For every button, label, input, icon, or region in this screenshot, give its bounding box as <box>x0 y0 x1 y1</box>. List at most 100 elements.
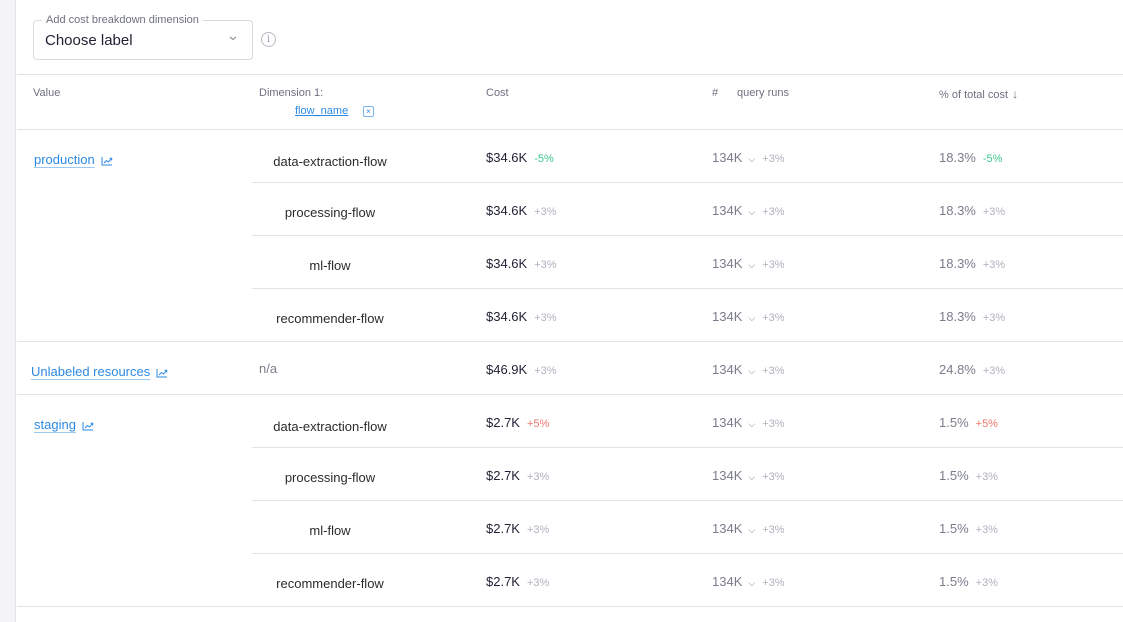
cost-cell: $2.7K +3% <box>486 521 549 536</box>
column-header-pct-label: % of total cost <box>939 89 1009 101</box>
query-runs-value: 134K <box>712 415 743 430</box>
row-divider <box>252 447 1123 448</box>
info-icon[interactable]: i <box>261 32 276 47</box>
flow-name: recommender-flow <box>276 311 384 326</box>
cost-delta: +5% <box>526 418 550 430</box>
cost-value: $34.6K <box>486 150 528 165</box>
query-runs-value: 134K <box>712 574 743 589</box>
cost-delta: +3% <box>534 312 557 324</box>
chevron-down-icon[interactable]: ⌵ <box>748 578 755 589</box>
pct-total-value: 18.3% <box>939 256 976 271</box>
query-runs-cell: 134K ⌵ +3% <box>712 203 785 218</box>
pct-total-cell: 18.3% +3% <box>939 309 1005 324</box>
pct-total-value: 1.5% <box>939 415 969 430</box>
chevron-down-icon[interactable]: ⌵ <box>748 419 755 430</box>
left-panel-edge <box>0 0 16 622</box>
breakdown-toolbar: Add cost breakdown dimension Choose labe… <box>17 0 1123 75</box>
dimension-value-na: n/a <box>259 361 278 376</box>
query-runs-cell: 134K ⌵ +3% <box>712 362 785 377</box>
breakdown-dimension-select[interactable]: Add cost breakdown dimension Choose labe… <box>33 14 253 60</box>
query-runs-delta: +3% <box>762 259 785 271</box>
trend-chart-icon[interactable] <box>156 368 168 378</box>
row-divider <box>252 182 1123 183</box>
pct-total-delta: +5% <box>975 418 998 430</box>
chevron-down-icon[interactable]: ⌵ <box>748 154 755 165</box>
group-label-text[interactable]: Unlabeled resources <box>31 364 150 379</box>
query-runs-delta: +3% <box>762 312 785 324</box>
flow-name: ml-flow <box>309 523 351 538</box>
cost-delta: +3% <box>526 577 550 589</box>
query-runs-cell: 134K ⌵ +3% <box>712 415 785 430</box>
cost-cell: $2.7K +5% <box>486 415 549 430</box>
breakdown-dimension-legend: Add cost breakdown dimension <box>42 14 203 27</box>
pct-total-value: 18.3% <box>939 203 976 218</box>
group-label[interactable]: staging <box>34 417 94 432</box>
pct-total-cell: 1.5% +3% <box>939 468 998 483</box>
column-header-dimension: Dimension 1: <box>259 87 324 99</box>
chevron-down-icon[interactable]: ⌵ <box>748 472 755 483</box>
cost-cell: $2.7K +3% <box>486 574 549 589</box>
group-divider <box>17 394 1123 395</box>
chevron-down-icon[interactable]: ⌵ <box>748 366 755 377</box>
column-header-query-runs[interactable]: query runs <box>737 87 789 99</box>
row-divider <box>252 500 1123 501</box>
query-runs-value: 134K <box>712 256 743 271</box>
column-header-cost[interactable]: Cost <box>486 87 509 99</box>
flow-name: processing-flow <box>284 205 376 220</box>
query-runs-delta: +3% <box>762 524 785 536</box>
cost-delta: +3% <box>526 471 550 483</box>
row-divider <box>252 235 1123 236</box>
dimension-chip-flow-name[interactable]: flow_name <box>295 105 348 117</box>
query-runs-delta: +3% <box>762 418 785 430</box>
chevron-down-icon[interactable]: ⌵ <box>748 207 755 218</box>
column-header-pct-total[interactable]: % of total cost ↓ <box>939 87 1018 101</box>
query-runs-delta: +3% <box>762 365 785 377</box>
query-runs-cell: 134K ⌵ +3% <box>712 521 785 536</box>
group-label[interactable]: production <box>34 152 113 167</box>
trend-chart-icon[interactable] <box>82 421 94 431</box>
query-runs-value: 134K <box>712 150 743 165</box>
header-divider <box>17 129 1123 130</box>
column-header-value: Value <box>33 87 61 99</box>
pct-total-value: 1.5% <box>939 574 969 589</box>
query-runs-delta: +3% <box>762 153 785 165</box>
flow-name: data-extraction-flow <box>273 419 387 434</box>
cost-delta: +3% <box>534 259 557 271</box>
column-header-runs-hash: # <box>712 87 719 99</box>
group-label[interactable]: Unlabeled resources <box>31 364 168 379</box>
pct-total-value: 1.5% <box>939 521 969 536</box>
chevron-down-icon[interactable]: ⌵ <box>748 525 755 536</box>
query-runs-value: 134K <box>712 468 743 483</box>
group-label-text[interactable]: staging <box>34 417 76 432</box>
cost-value: $34.6K <box>486 203 528 218</box>
query-runs-cell: 134K ⌵ +3% <box>712 574 785 589</box>
cost-cell: $34.6K +3% <box>486 256 557 271</box>
pct-total-delta: +3% <box>982 365 1006 377</box>
trend-chart-icon[interactable] <box>101 156 113 166</box>
remove-dimension-button[interactable]: × <box>363 106 374 117</box>
query-runs-value: 134K <box>712 362 743 377</box>
cost-value: $34.6K <box>486 256 528 271</box>
sort-descending-icon[interactable]: ↓ <box>1012 87 1018 101</box>
row-divider <box>252 288 1123 289</box>
pct-total-value: 18.3% <box>939 309 976 324</box>
chevron-down-icon[interactable]: ⌵ <box>748 260 755 271</box>
pct-total-delta: +3% <box>982 259 1006 271</box>
pct-total-value: 24.8% <box>939 362 976 377</box>
group-divider <box>17 606 1123 607</box>
cost-value: $46.9K <box>486 362 528 377</box>
cost-cell: $34.6K +3% <box>486 309 557 324</box>
pct-total-delta: +3% <box>975 577 998 589</box>
flow-name: data-extraction-flow <box>273 154 387 169</box>
pct-total-delta: -5% <box>982 153 1003 165</box>
cost-value: $2.7K <box>486 468 520 483</box>
group-label-text[interactable]: production <box>34 152 95 167</box>
flow-name: ml-flow <box>309 258 351 273</box>
pct-total-cell: 1.5% +3% <box>939 521 998 536</box>
flow-name: processing-flow <box>284 470 376 485</box>
row-divider <box>252 553 1123 554</box>
chevron-down-icon[interactable]: ⌵ <box>748 313 755 324</box>
cost-delta: +3% <box>526 524 550 536</box>
pct-total-delta: +3% <box>982 312 1006 324</box>
cost-value: $2.7K <box>486 521 520 536</box>
